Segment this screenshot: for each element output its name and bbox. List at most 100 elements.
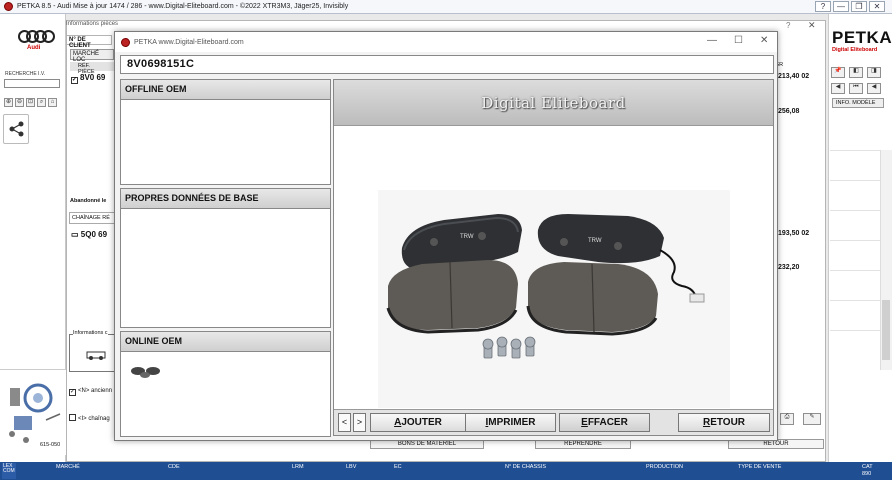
- svg-text:TRW: TRW: [460, 234, 474, 240]
- info-window-title: Informations pièces: [66, 21, 119, 27]
- info-help-icon[interactable]: ?: [786, 21, 790, 30]
- check-chainage-label: <I> chaînag: [78, 416, 110, 422]
- brake-pads-image: TRW TRW: [386, 214, 705, 359]
- status-ec: EC: [394, 464, 402, 470]
- zoom-icon[interactable]: ⊕: [4, 98, 13, 107]
- row1-ref: 8V0 69: [80, 73, 106, 82]
- image-nav-bar: < > AJOUTER IMPRIMER EFFACER RETOUR: [334, 409, 773, 435]
- price-value: 213,40 02: [778, 73, 810, 80]
- table-row[interactable]: ▭ 5Q0 69: [71, 230, 107, 239]
- base-data-section: PROPRES DONNÉES DE BASE: [120, 188, 331, 328]
- zoom-reset-icon[interactable]: ⌂: [48, 98, 57, 107]
- next-page-icon[interactable]: ◨: [867, 67, 881, 78]
- status-bar: MARCHÉ CDE LRM LBV EC N° DE CHASSIS PROD…: [0, 462, 892, 480]
- minimize-button[interactable]: —: [833, 1, 849, 12]
- print-icon[interactable]: ⎙: [780, 413, 794, 425]
- cat-label: CAT: [862, 464, 873, 470]
- check-chainage[interactable]: <I> chaînag: [69, 414, 110, 422]
- dialog-title: PETKA www.Digital-Eliteboard.com: [134, 38, 244, 46]
- brake-pads-photo: TRW TRW: [378, 190, 730, 408]
- column-ref: RÉF. PIÈCE: [70, 62, 114, 75]
- prev-icon[interactable]: ◀: [867, 83, 881, 94]
- client-number-label: N° DE CLIENT: [66, 35, 112, 49]
- dialog-close-icon[interactable]: ✕: [760, 35, 768, 46]
- image-header: Digital Eliteboard: [334, 80, 773, 126]
- document-icon: ▭: [71, 230, 79, 239]
- search-input[interactable]: [4, 79, 60, 88]
- search-icon[interactable]: ⌕: [37, 98, 46, 107]
- price-value: 256,08: [778, 108, 800, 115]
- prev-image-button[interactable]: <: [338, 413, 351, 432]
- status-lrm: LRM: [292, 464, 304, 470]
- search-label: RECHERCHE I.V.: [5, 71, 46, 77]
- offline-oem-section: OFFLINE OEM: [120, 79, 331, 185]
- restore-button[interactable]: ❐: [851, 1, 867, 12]
- online-oem-thumbnail[interactable]: [129, 360, 163, 382]
- status-chassis: N° DE CHASSIS: [505, 464, 547, 470]
- close-button[interactable]: ✕: [869, 1, 885, 12]
- part-number-field: 8V0698151C: [120, 55, 774, 74]
- petka-app-icon: [121, 37, 130, 47]
- watermark-logo: Digital Eliteboard: [481, 93, 626, 112]
- zoom-out-icon[interactable]: ⊖: [15, 98, 24, 107]
- petka-logo: PETKA: [832, 28, 892, 47]
- car-icon: [86, 351, 106, 360]
- petka-app-icon: [4, 2, 13, 11]
- status-production: PRODUCTION: [646, 464, 683, 470]
- imprimer-button[interactable]: IMPRIMER: [465, 413, 556, 432]
- price-value: 232,20: [778, 264, 800, 271]
- dialog-minimize-icon[interactable]: —: [707, 35, 717, 46]
- status-marche: MARCHÉ: [56, 464, 80, 470]
- info-box: [69, 334, 115, 372]
- status-type-vente: TYPE DE VENTE: [738, 464, 782, 470]
- petka-logo-sub: Digital Eliteboard: [832, 47, 878, 53]
- next-image-button[interactable]: >: [353, 413, 366, 432]
- checkbox-icon: [69, 414, 76, 421]
- row-checkbox[interactable]: ✓: [71, 77, 78, 84]
- audi-rings-icon: [18, 30, 55, 44]
- scrollbar-thumb[interactable]: [882, 300, 890, 360]
- info-model-button[interactable]: INFO. MODÈLE: [832, 98, 884, 108]
- status-lbv: LBV: [346, 464, 357, 470]
- status-cde: CDE: [168, 464, 180, 470]
- ajouter-button[interactable]: AJOUTER: [370, 413, 466, 432]
- lexcom-logo: LEX COM: [2, 463, 16, 479]
- check-ancien[interactable]: ✓ <N> ancienn: [69, 388, 112, 396]
- price-value: 193,50 02: [778, 230, 810, 237]
- cat-value: 890: [862, 471, 872, 477]
- retour-button[interactable]: RETOUR: [678, 413, 770, 432]
- tab-market[interactable]: MARCHÉ LOC: [70, 49, 114, 63]
- checkbox-icon: ✓: [69, 389, 76, 396]
- part-image-dialog: PETKA www.Digital-Eliteboard.com — ☐ ✕ 8…: [114, 31, 778, 441]
- base-data-header: PROPRES DONNÉES DE BASE: [121, 189, 330, 209]
- help-button[interactable]: ?: [815, 1, 831, 12]
- check-ancien-label: <N> ancienn: [78, 388, 113, 394]
- dialog-title-bar: PETKA www.Digital-Eliteboard.com: [115, 32, 777, 52]
- abandoned-label: Abandonné le: [70, 198, 107, 204]
- image-panel: Digital Eliteboard TRW TRW < > AJOUTER I…: [333, 79, 774, 436]
- tab-chainage[interactable]: CHAÎNAGE RÉ: [69, 212, 115, 224]
- info-close-icon[interactable]: ✕: [808, 20, 816, 31]
- row2-ref: 5Q0 69: [80, 230, 108, 239]
- first-page-icon[interactable]: ⏮: [849, 83, 863, 94]
- table-row[interactable]: ✓ 8V0 69: [71, 73, 105, 84]
- edit-icon[interactable]: ✎: [803, 413, 821, 425]
- share-icon: [9, 121, 24, 137]
- brand-label: Audi: [27, 45, 41, 51]
- diagram-number: 615-050: [40, 442, 61, 448]
- pin-icon[interactable]: 📌: [831, 67, 845, 78]
- info-label: Informations c: [73, 330, 108, 336]
- offline-oem-header: OFFLINE OEM: [121, 80, 330, 100]
- effacer-button[interactable]: EFFACER: [559, 413, 650, 432]
- share-button[interactable]: [3, 114, 29, 144]
- zoom-fit-icon[interactable]: ⊡: [26, 98, 35, 107]
- title-bar: PETKA 8.5 - Audi Mise à jour 1474 / 286 …: [0, 0, 892, 14]
- brake-pad-thumb-icon: [131, 367, 160, 378]
- online-oem-header: ONLINE OEM: [121, 332, 330, 352]
- dialog-maximize-icon[interactable]: ☐: [734, 35, 743, 46]
- prev-page-icon[interactable]: ◧: [849, 67, 863, 78]
- online-oem-section: ONLINE OEM: [120, 331, 331, 437]
- window-title: PETKA 8.5 - Audi Mise à jour 1474 / 286 …: [17, 3, 349, 10]
- back-icon[interactable]: ◀: [831, 83, 845, 94]
- svg-text:TRW: TRW: [588, 238, 602, 244]
